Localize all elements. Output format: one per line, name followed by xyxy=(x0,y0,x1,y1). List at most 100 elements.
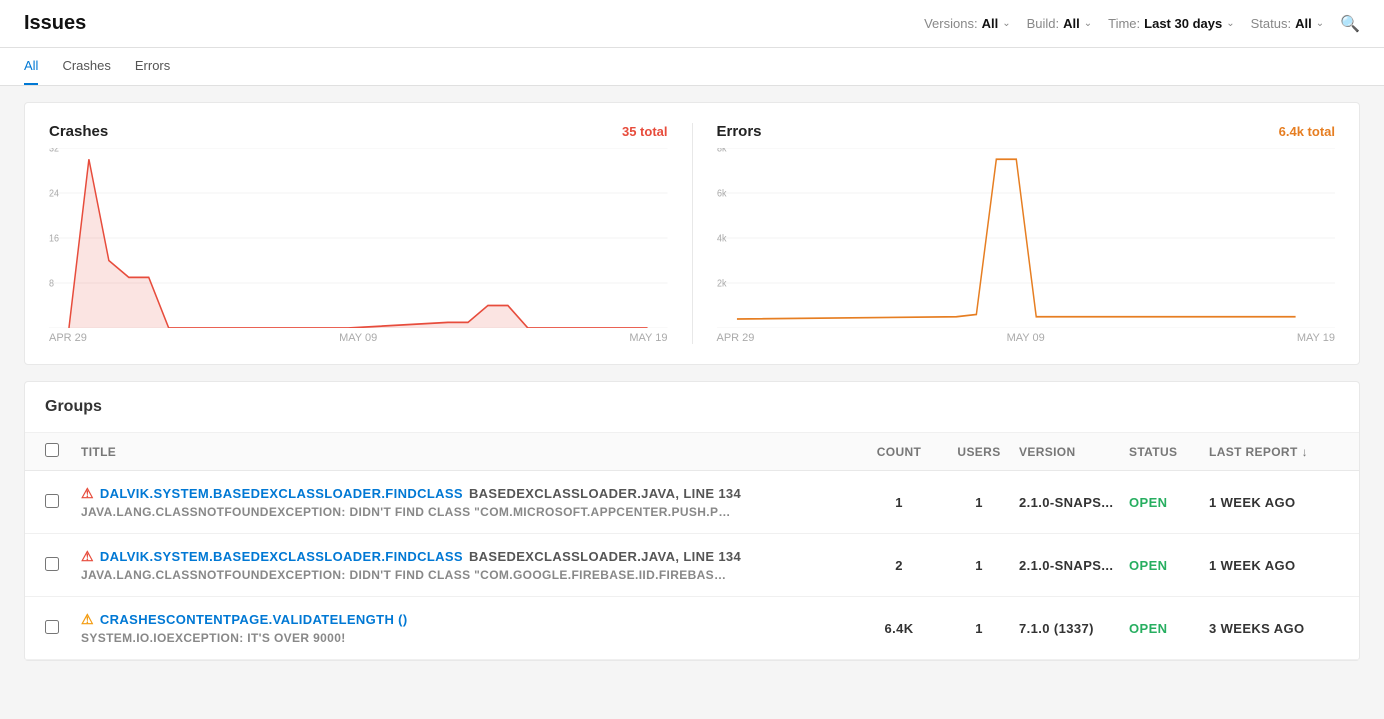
svg-text:2k: 2k xyxy=(717,278,727,290)
row-last-report: 1 week ago xyxy=(1209,558,1339,573)
tab-errors[interactable]: Errors xyxy=(135,48,170,85)
crashes-chart-panel: Crashes 35 total 32 24 16 8 xyxy=(49,123,668,344)
main-content: Crashes 35 total 32 24 16 8 xyxy=(0,86,1384,677)
select-all-checkbox[interactable] xyxy=(45,443,59,457)
col-title-header: Title xyxy=(81,445,859,459)
tab-all[interactable]: All xyxy=(24,48,38,85)
row-checkbox-col xyxy=(45,494,81,511)
error-icon: ⚠ xyxy=(81,548,94,565)
table-header: Title Count Users Version Status Last re… xyxy=(25,433,1359,471)
row-version: 2.1.0-SNAPS... xyxy=(1019,495,1129,510)
time-label: Time: xyxy=(1108,16,1140,31)
table-row[interactable]: ⚠ dalvik.system.BaseDexClassLoader.findC… xyxy=(25,534,1359,597)
row-description: System.IO.IOException: It's over 9000! xyxy=(81,631,731,645)
row-last-report: 3 weeks ago xyxy=(1209,621,1339,636)
groups-title: Groups xyxy=(25,382,1359,433)
row-file: BaseDexClassLoader.java, line 134 xyxy=(469,549,741,564)
time-chevron-icon: ⌄ xyxy=(1226,18,1234,29)
sort-arrow-icon: ↓ xyxy=(1302,445,1308,459)
table-row[interactable]: ⚠ CrashesContentPage.ValidateLength () S… xyxy=(25,597,1359,660)
errors-chart-area: 8k 6k 4k 2k xyxy=(717,148,1336,328)
row-users: 1 xyxy=(939,621,1019,636)
groups-section: Groups Title Count Users Version Status … xyxy=(24,381,1360,661)
errors-x-label-3: MAY 19 xyxy=(1297,332,1335,344)
row-main: ⚠ CrashesContentPage.ValidateLength () xyxy=(81,611,859,628)
tab-crashes[interactable]: Crashes xyxy=(62,48,110,85)
svg-text:16: 16 xyxy=(49,233,59,245)
crashes-chart-header: Crashes 35 total xyxy=(49,123,668,140)
crashes-x-label-3: MAY 19 xyxy=(629,332,667,344)
row-checkbox[interactable] xyxy=(45,494,59,508)
col-count-header: Count xyxy=(859,445,939,459)
row-count: 1 xyxy=(859,495,939,510)
build-filter[interactable]: Build: All ⌄ xyxy=(1027,16,1093,31)
header-checkbox-col xyxy=(45,443,81,460)
svg-text:8k: 8k xyxy=(717,148,727,155)
row-description: java.lang.ClassNotFoundException: Didn't… xyxy=(81,568,731,582)
versions-chevron-icon: ⌄ xyxy=(1002,18,1010,29)
errors-chart-svg: 8k 6k 4k 2k xyxy=(717,148,1336,328)
build-label: Build: xyxy=(1027,16,1060,31)
errors-x-labels: APR 29 MAY 09 MAY 19 xyxy=(717,328,1336,344)
svg-text:32: 32 xyxy=(49,148,59,155)
row-users: 1 xyxy=(939,495,1019,510)
row-count: 2 xyxy=(859,558,939,573)
errors-chart-header: Errors 6.4k total xyxy=(717,123,1336,140)
header-controls: Versions: All ⌄ Build: All ⌄ Time: Last … xyxy=(924,14,1360,34)
build-chevron-icon: ⌄ xyxy=(1084,18,1092,29)
row-method: CrashesContentPage.ValidateLength () xyxy=(100,612,408,627)
row-title-area: ⚠ CrashesContentPage.ValidateLength () S… xyxy=(81,611,859,645)
row-status: Open xyxy=(1129,558,1209,573)
row-status: Open xyxy=(1129,495,1209,510)
row-title-area: ⚠ dalvik.system.BaseDexClassLoader.findC… xyxy=(81,548,859,582)
col-status-header: Status xyxy=(1129,445,1209,459)
errors-x-label-2: MAY 09 xyxy=(1007,332,1045,344)
crashes-x-label-1: APR 29 xyxy=(49,332,87,344)
table-row[interactable]: ⚠ dalvik.system.BaseDexClassLoader.findC… xyxy=(25,471,1359,534)
crashes-chart-title: Crashes xyxy=(49,123,108,140)
row-version: 2.1.0-SNAPS... xyxy=(1019,558,1129,573)
warning-icon: ⚠ xyxy=(81,611,94,628)
tabs-bar: All Crashes Errors xyxy=(0,48,1384,86)
row-count: 6.4k xyxy=(859,621,939,636)
time-filter[interactable]: Time: Last 30 days ⌄ xyxy=(1108,16,1234,31)
col-lastreport-header[interactable]: Last report ↓ xyxy=(1209,445,1339,459)
versions-filter[interactable]: Versions: All ⌄ xyxy=(924,16,1011,31)
search-button[interactable]: 🔍 xyxy=(1340,14,1360,34)
row-checkbox-col xyxy=(45,620,81,637)
row-title-area: ⚠ dalvik.system.BaseDexClassLoader.findC… xyxy=(81,485,859,519)
crashes-x-label-2: MAY 09 xyxy=(339,332,377,344)
row-method: dalvik.system.BaseDexClassLoader.findCla… xyxy=(100,486,463,501)
page-title: Issues xyxy=(24,12,86,35)
crashes-x-labels: APR 29 MAY 09 MAY 19 xyxy=(49,328,668,344)
error-icon: ⚠ xyxy=(81,485,94,502)
row-main: ⚠ dalvik.system.BaseDexClassLoader.findC… xyxy=(81,485,859,502)
row-last-report: 1 week ago xyxy=(1209,495,1339,510)
row-status: Open xyxy=(1129,621,1209,636)
time-value: Last 30 days xyxy=(1144,16,1222,31)
row-checkbox[interactable] xyxy=(45,557,59,571)
row-checkbox-col xyxy=(45,557,81,574)
status-value: All xyxy=(1295,16,1312,31)
crashes-chart-area: 32 24 16 8 xyxy=(49,148,668,328)
col-version-header: Version xyxy=(1019,445,1129,459)
status-filter[interactable]: Status: All ⌄ xyxy=(1251,16,1324,31)
col-users-header: Users xyxy=(939,445,1019,459)
errors-chart-total: 6.4k total xyxy=(1279,124,1335,139)
header: Issues Versions: All ⌄ Build: All ⌄ Time… xyxy=(0,0,1384,48)
status-label: Status: xyxy=(1251,16,1291,31)
charts-divider xyxy=(692,123,693,344)
versions-value: All xyxy=(982,16,999,31)
svg-text:8: 8 xyxy=(49,278,54,290)
errors-chart-panel: Errors 6.4k total 8k 6k 4k 2k xyxy=(717,123,1336,344)
row-description: java.lang.ClassNotFoundException: Didn't… xyxy=(81,505,731,519)
row-file: BaseDexClassLoader.java, line 134 xyxy=(469,486,741,501)
crashes-chart-svg: 32 24 16 8 xyxy=(49,148,668,328)
svg-text:6k: 6k xyxy=(717,188,727,200)
versions-label: Versions: xyxy=(924,16,977,31)
status-chevron-icon: ⌄ xyxy=(1316,18,1324,29)
row-checkbox[interactable] xyxy=(45,620,59,634)
row-users: 1 xyxy=(939,558,1019,573)
row-version: 7.1.0 (1337) xyxy=(1019,621,1129,636)
build-value: All xyxy=(1063,16,1080,31)
